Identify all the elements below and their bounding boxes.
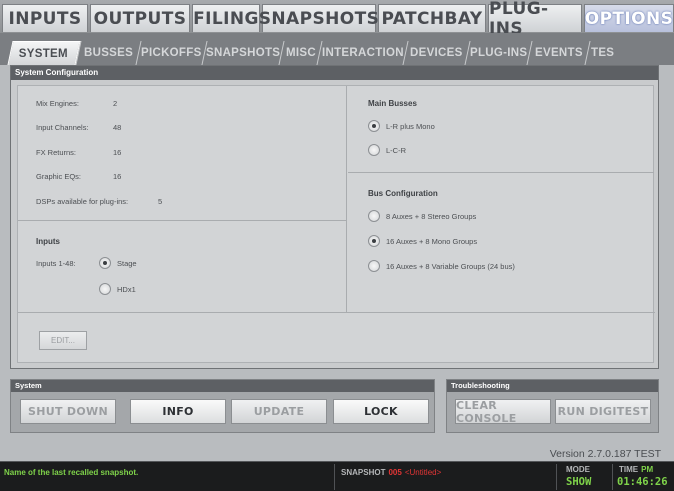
bus-lcr-label: L-C-R bbox=[386, 146, 406, 155]
sub-tab-strip: SYSTEM BUSSES PICKOFFS SNAPSHOTS MISC IN… bbox=[0, 33, 674, 65]
input-hdx1-radio[interactable] bbox=[99, 283, 111, 295]
left-column: Mix Engines: 2 Input Channels: 48 FX Ret… bbox=[18, 86, 347, 312]
am-pm-indicator: PM bbox=[641, 465, 654, 474]
stat-label: DSPs available for plug-ins: bbox=[36, 197, 129, 206]
tab-filing[interactable]: FILING bbox=[192, 4, 260, 32]
run-digitest-button[interactable]: RUN DIGITEST bbox=[555, 399, 651, 424]
system-group: System SHUT DOWN INFO UPDATE LOCK bbox=[10, 379, 435, 433]
troubleshooting-group-title: Troubleshooting bbox=[447, 380, 658, 392]
stat-label: Input Channels: bbox=[36, 123, 89, 132]
stat-input-channels: Input Channels: 48 bbox=[36, 123, 121, 132]
divider bbox=[348, 172, 654, 173]
bus-config-16aux-mono-radio[interactable] bbox=[368, 235, 380, 247]
subtab-busses[interactable]: BUSSES bbox=[75, 41, 141, 65]
update-button[interactable]: UPDATE bbox=[231, 399, 327, 424]
shut-down-button[interactable]: SHUT DOWN bbox=[20, 399, 116, 424]
panel-title: System Configuration bbox=[11, 66, 658, 80]
status-separator bbox=[334, 464, 335, 490]
stat-label: Graphic EQs: bbox=[36, 172, 82, 181]
bus-lr-mono-radio[interactable] bbox=[368, 120, 380, 132]
stat-label: Mix Engines: bbox=[36, 99, 79, 108]
input-hdx1-label: HDx1 bbox=[117, 285, 136, 294]
bus-config-16aux-mono-label: 16 Auxes + 8 Mono Groups bbox=[386, 237, 478, 246]
stat-value: 2 bbox=[113, 99, 118, 108]
main-busses-title: Main Busses bbox=[368, 99, 417, 108]
subtab-misc[interactable]: MISC bbox=[278, 41, 322, 65]
bus-config-16aux-variable-label: 16 Auxes + 8 Variable Groups (24 bus) bbox=[386, 262, 515, 271]
mode-label: MODE bbox=[566, 465, 590, 474]
status-message: Name of the last recalled snapshot. bbox=[4, 468, 139, 477]
stat-mix-engines: Mix Engines: 2 bbox=[36, 99, 117, 108]
stat-fx-returns: FX Returns: 16 bbox=[36, 148, 121, 157]
top-nav-tabs: INPUTS OUTPUTS FILING SNAPSHOTS PATCHBAY… bbox=[0, 0, 674, 39]
divider bbox=[18, 220, 347, 221]
stat-label: FX Returns: bbox=[36, 148, 77, 157]
subtab-snapshots[interactable]: SNAPSHOTS bbox=[201, 41, 284, 65]
subtab-pickoffs[interactable]: PICKOFFS bbox=[135, 41, 207, 65]
status-bar: Name of the last recalled snapshot. SNAP… bbox=[0, 461, 674, 491]
snapshot-indicator[interactable]: SNAPSHOT 005 <Untitled> bbox=[341, 468, 441, 477]
snapshot-label: SNAPSHOT bbox=[341, 468, 386, 477]
stat-value: 5 bbox=[158, 197, 163, 206]
panel-body: Mix Engines: 2 Input Channels: 48 FX Ret… bbox=[17, 85, 655, 363]
tab-outputs[interactable]: OUTPUTS bbox=[90, 4, 190, 32]
mode-value[interactable]: SHOW bbox=[566, 476, 591, 488]
version-label: Version 2.7.0.187 TEST bbox=[549, 448, 661, 460]
stat-value: 16 bbox=[113, 172, 122, 181]
bus-config-8aux-stereo-label: 8 Auxes + 8 Stereo Groups bbox=[386, 212, 477, 221]
subtab-events[interactable]: EVENTS bbox=[526, 41, 590, 65]
divider bbox=[18, 312, 655, 313]
sub-tabs: SYSTEM BUSSES PICKOFFS SNAPSHOTS MISC IN… bbox=[7, 41, 620, 65]
system-configuration-panel: System Configuration Mix Engines: 2 Inpu… bbox=[10, 65, 659, 369]
time-label-group: TIME PM bbox=[619, 465, 653, 474]
status-separator bbox=[556, 464, 557, 490]
status-separator bbox=[612, 464, 613, 490]
tab-snapshots[interactable]: SNAPSHOTS bbox=[259, 4, 379, 32]
bus-lcr-radio[interactable] bbox=[368, 144, 380, 156]
bus-configuration-title: Bus Configuration bbox=[368, 189, 438, 198]
bus-lr-mono-label: L-R plus Mono bbox=[386, 122, 435, 131]
clear-console-button[interactable]: CLEAR CONSOLE bbox=[455, 399, 551, 425]
time-value: 01:46:26 bbox=[617, 476, 668, 488]
stat-graphic-eqs: Graphic EQs: 16 bbox=[36, 172, 121, 181]
stat-value: 16 bbox=[113, 148, 122, 157]
system-group-title: System bbox=[11, 380, 434, 392]
time-label: TIME bbox=[619, 465, 639, 474]
tab-plug-ins[interactable]: PLUG-INS bbox=[488, 0, 582, 39]
tab-inputs[interactable]: INPUTS bbox=[2, 4, 88, 32]
stat-dsps-available: DSPs available for plug-ins: 5 bbox=[36, 197, 162, 206]
bus-config-8aux-stereo-radio[interactable] bbox=[368, 210, 380, 222]
stat-value: 48 bbox=[113, 123, 122, 132]
edit-button[interactable]: EDIT... bbox=[39, 331, 87, 350]
input-stage-label: Stage bbox=[117, 259, 137, 268]
troubleshooting-group: Troubleshooting CLEAR CONSOLE RUN DIGITE… bbox=[446, 379, 659, 433]
inputs-range-label: Inputs 1-48: bbox=[36, 259, 76, 268]
subtab-plug-ins[interactable]: PLUG-INS bbox=[464, 41, 532, 65]
subtab-test[interactable]: TES bbox=[584, 41, 620, 65]
bus-config-16aux-variable-radio[interactable] bbox=[368, 260, 380, 272]
tab-options[interactable]: OPTIONS bbox=[584, 4, 674, 32]
info-button[interactable]: INFO bbox=[130, 399, 226, 424]
snapshot-name: <Untitled> bbox=[404, 468, 442, 477]
lock-button[interactable]: LOCK bbox=[333, 399, 429, 424]
subtab-system[interactable]: SYSTEM bbox=[7, 41, 81, 65]
inputs-title: Inputs bbox=[36, 237, 60, 246]
right-column: Main Busses L-R plus Mono L-C-R Bus Conf… bbox=[348, 86, 654, 312]
subtab-devices[interactable]: DEVICES bbox=[402, 41, 470, 65]
input-stage-radio[interactable] bbox=[99, 257, 111, 269]
subtab-interaction[interactable]: INTERACTION bbox=[316, 41, 408, 65]
snapshot-number: 005 bbox=[388, 468, 402, 477]
tab-patchbay[interactable]: PATCHBAY bbox=[378, 4, 486, 32]
